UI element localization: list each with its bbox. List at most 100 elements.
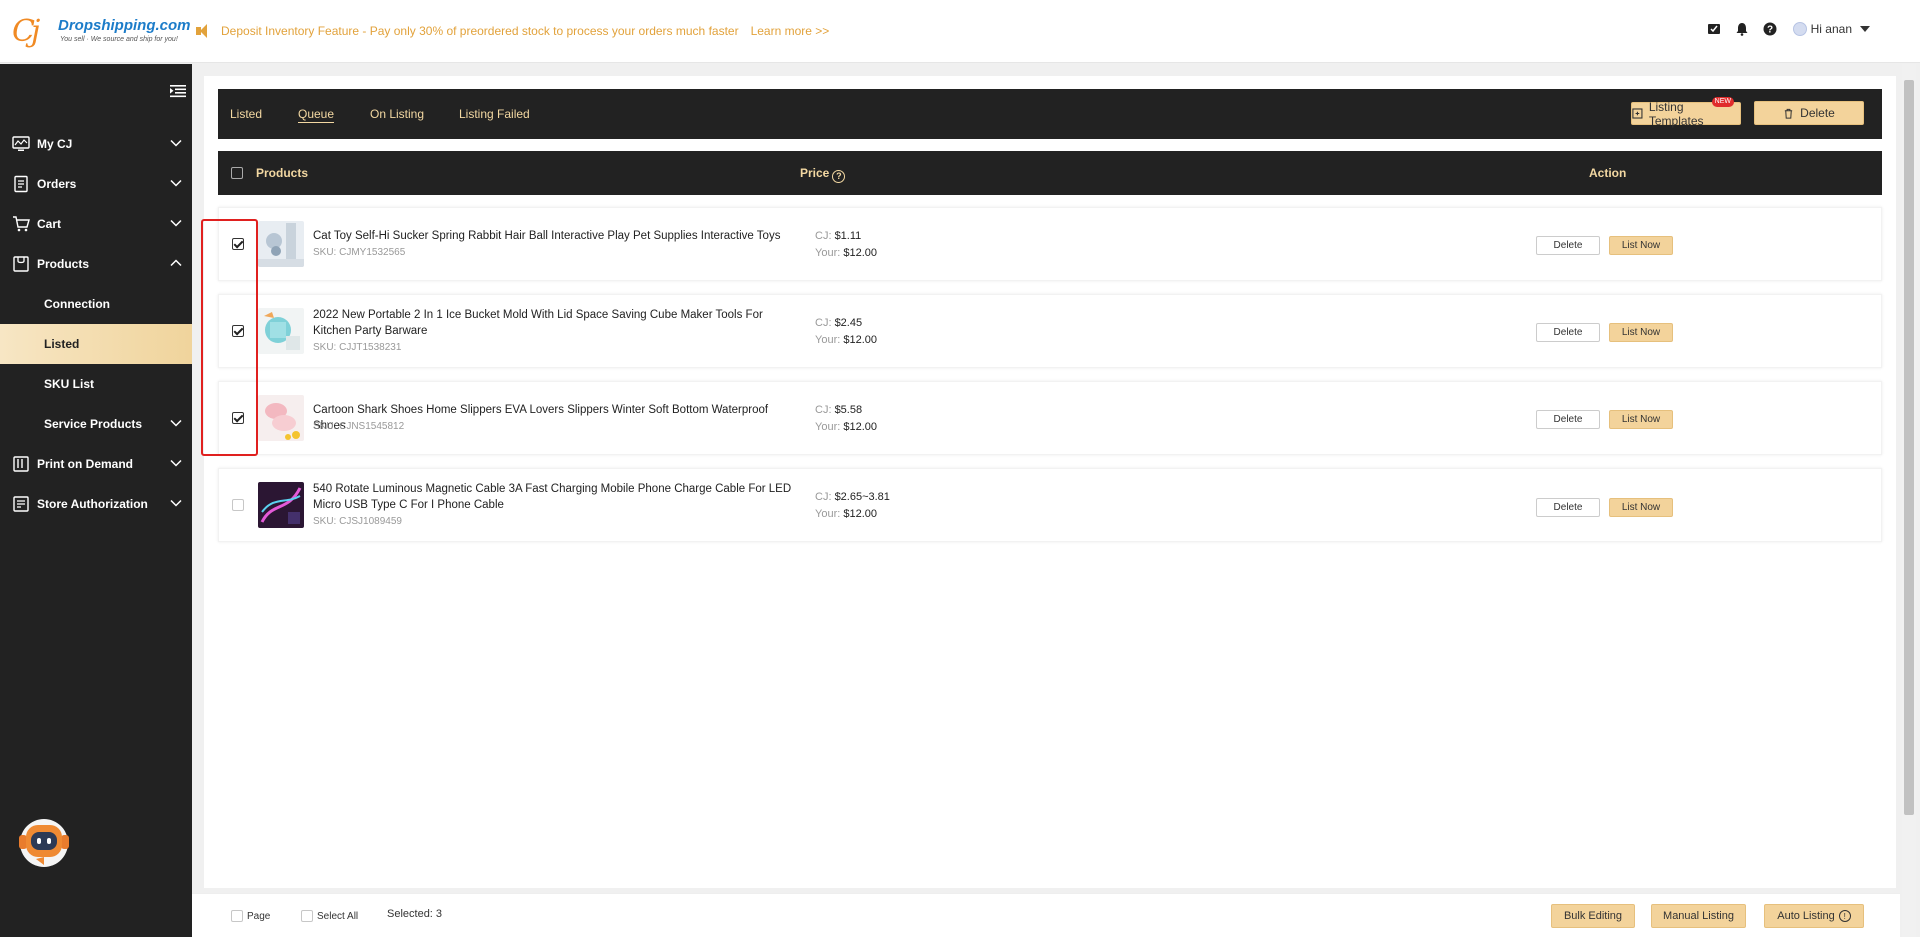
cj-logo[interactable]: Cj Dropshipping.com You sell · We source…: [12, 14, 191, 50]
sidebar-item-print-on-demand[interactable]: Print on Demand: [0, 444, 192, 484]
sidebar-item-label: Orders: [37, 177, 77, 191]
top-header: Cj Dropshipping.com You sell · We source…: [0, 0, 1920, 63]
product-name[interactable]: Cat Toy Self-Hi Sucker Spring Rabbit Hai…: [313, 228, 803, 244]
monitor-icon: [12, 135, 30, 153]
listing-templates-button[interactable]: Listing Templates NEW: [1631, 97, 1741, 128]
row-checkbox[interactable]: [232, 499, 244, 511]
avatar: [1792, 22, 1807, 36]
your-price-label: Your:: [815, 247, 841, 259]
trash-icon: [1784, 108, 1793, 119]
header-action: Action: [1589, 166, 1627, 180]
product-image[interactable]: [258, 221, 304, 267]
tab-queue[interactable]: Queue: [298, 107, 335, 123]
message-icon[interactable]: [1707, 22, 1721, 36]
list-now-button[interactable]: List Now: [1609, 410, 1673, 429]
row-delete-button[interactable]: Delete: [1536, 323, 1600, 342]
delete-button[interactable]: Delete: [1754, 101, 1864, 125]
product-sku: SKU: CJNS1545812: [313, 421, 405, 432]
list-now-button[interactable]: List Now: [1609, 323, 1673, 342]
cj-price-label: CJ:: [815, 404, 832, 416]
your-price[interactable]: $12.00: [843, 421, 877, 433]
cj-price-label: CJ:: [815, 317, 832, 329]
table-row: 2022 New Portable 2 In 1 Ice Bucket Mold…: [218, 294, 1882, 368]
help-icon[interactable]: ?: [1763, 22, 1777, 36]
sidebar-nav: My CJ Orders Cart Products Connection Li…: [0, 124, 192, 524]
tab-listing-failed[interactable]: Listing Failed: [459, 107, 530, 121]
your-price-label: Your:: [815, 508, 841, 520]
product-name[interactable]: 540 Rotate Luminous Magnetic Cable 3A Fa…: [313, 481, 803, 513]
header-price: Price: [800, 166, 830, 180]
select-all-checkbox[interactable]: [231, 167, 243, 179]
sidebar-sub-label: Listed: [44, 337, 80, 351]
user-greeting: Hi anan: [1810, 22, 1852, 36]
select-all-footer-checkbox[interactable]: [301, 910, 313, 922]
chevron-down-icon: [170, 459, 182, 467]
price-block: CJ: $5.58 Your: $12.00: [815, 402, 877, 436]
cj-price: $1.11: [834, 230, 862, 242]
question-icon[interactable]: ?: [832, 169, 846, 183]
bulk-editing-label: Bulk Editing: [1563, 910, 1623, 922]
page-scrollbar[interactable]: [1902, 64, 1916, 937]
your-price[interactable]: $12.00: [843, 508, 877, 520]
page-checkbox[interactable]: [231, 910, 243, 922]
sidebar-item-cart[interactable]: Cart: [0, 204, 192, 244]
cart-icon: [12, 215, 30, 233]
manual-listing-button[interactable]: Manual Listing: [1651, 904, 1746, 928]
cj-price: $2.65~3.81: [834, 491, 890, 503]
scrollbar-thumb[interactable]: [1904, 80, 1914, 815]
row-delete-button[interactable]: Delete: [1536, 410, 1600, 429]
product-image[interactable]: [258, 482, 304, 528]
product-image[interactable]: [258, 308, 304, 354]
cj-price: $5.58: [834, 404, 863, 416]
list-now-button[interactable]: List Now: [1609, 236, 1673, 255]
learn-more-link[interactable]: Learn more >>: [751, 24, 830, 38]
products-icon: [12, 255, 30, 273]
sidebar-sub-sku-list[interactable]: SKU List: [0, 364, 192, 404]
menu-collapse-icon[interactable]: [170, 84, 186, 98]
sidebar-item-orders[interactable]: Orders: [0, 164, 192, 204]
page-select[interactable]: Page: [231, 910, 270, 922]
logo-tagline: You sell · We source and ship for you!: [60, 36, 178, 43]
list-now-button[interactable]: List Now: [1609, 498, 1673, 517]
chevron-down-icon: [170, 139, 182, 147]
tab-on-listing[interactable]: On Listing: [370, 107, 424, 121]
cj-price: $2.45: [834, 317, 863, 329]
table-header: Products Price? Action: [218, 151, 1882, 195]
tab-bar: Listed Queue On Listing Listing Failed L…: [218, 89, 1882, 139]
product-name[interactable]: 2022 New Portable 2 In 1 Ice Bucket Mold…: [313, 307, 803, 339]
sidebar-item-my-cj[interactable]: My CJ: [0, 124, 192, 164]
sidebar-sub-connection[interactable]: Connection: [0, 284, 192, 324]
bulk-editing-button[interactable]: Bulk Editing: [1551, 904, 1635, 928]
new-badge: NEW: [1711, 97, 1734, 107]
table-row: 540 Rotate Luminous Magnetic Cable 3A Fa…: [218, 468, 1882, 542]
header-products: Products: [256, 166, 309, 180]
your-price-label: Your:: [815, 334, 841, 346]
announcement-bar: Deposit Inventory Feature - Pay only 30%…: [196, 24, 829, 38]
tab-listed[interactable]: Listed: [230, 107, 262, 121]
sidebar-sub-service-products[interactable]: Service Products: [0, 404, 192, 444]
svg-text:?: ?: [1767, 25, 1773, 36]
chat-robot-icon[interactable]: [16, 817, 72, 869]
selection-highlight-box: [201, 219, 258, 456]
sidebar-sub-label: Service Products: [44, 417, 143, 431]
sidebar-item-store-authorization[interactable]: Store Authorization: [0, 484, 192, 524]
price-block: CJ: $2.45 Your: $12.00: [815, 315, 877, 349]
delete-label: Delete: [1800, 106, 1835, 120]
your-price[interactable]: $12.00: [843, 334, 877, 346]
your-price[interactable]: $12.00: [843, 247, 877, 259]
pod-icon: [12, 455, 30, 473]
speaker-icon: [196, 24, 212, 38]
sidebar-sub-listed[interactable]: Listed: [0, 324, 192, 364]
main-panel: Listed Queue On Listing Listing Failed L…: [204, 76, 1896, 888]
your-price-label: Your:: [815, 421, 841, 433]
bell-icon[interactable]: [1735, 22, 1749, 36]
product-image[interactable]: [258, 395, 304, 441]
chevron-down-icon: [170, 419, 182, 427]
sidebar-item-products[interactable]: Products: [0, 244, 192, 284]
row-delete-button[interactable]: Delete: [1536, 498, 1600, 517]
select-all[interactable]: Select All: [301, 910, 358, 922]
user-menu[interactable]: Hi anan: [1792, 22, 1870, 36]
auto-listing-button[interactable]: Auto Listing !: [1764, 904, 1864, 928]
sidebar-item-label: My CJ: [37, 137, 73, 151]
row-delete-button[interactable]: Delete: [1536, 236, 1600, 255]
